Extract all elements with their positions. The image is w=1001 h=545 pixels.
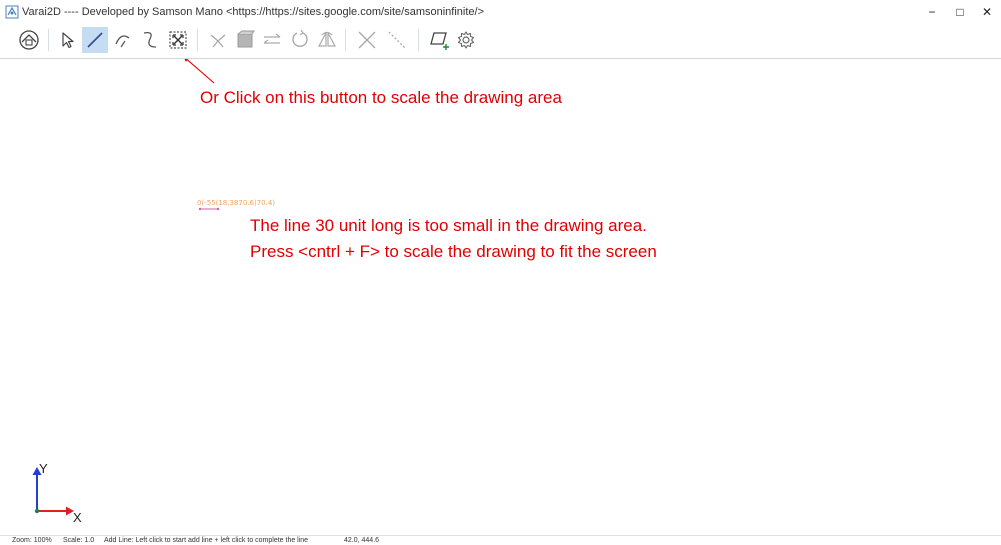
app-logo-icon: [5, 5, 19, 19]
dashed-line-tool-button[interactable]: [384, 27, 410, 53]
add-shape-button[interactable]: [426, 27, 452, 53]
add-line-tool-button[interactable]: [82, 27, 108, 53]
window-title: Varai2D ---- Developed by Samson Mano <h…: [22, 6, 485, 18]
add-arc-tool-button[interactable]: [110, 27, 136, 53]
shortcut-annotation: Press <cntrl + F> to scale the drawing t…: [250, 242, 657, 261]
toolbar-separator: [418, 29, 419, 51]
arc-icon: [115, 35, 130, 48]
short-line: [198, 207, 220, 211]
title-bar: Varai2D ---- Developed by Samson Mano <h…: [0, 0, 1001, 24]
home-button[interactable]: [16, 27, 42, 53]
mirror-tool-button[interactable]: [259, 27, 285, 53]
fill-tool-button[interactable]: [232, 27, 258, 53]
gear-icon: [457, 31, 475, 49]
zoom-fit-icon: [169, 31, 187, 49]
annotation-arrow: [184, 59, 215, 84]
settings-button[interactable]: [453, 27, 479, 53]
maximize-button[interactable]: □: [945, 0, 975, 24]
too-small-annotation: The line 30 unit long is too small in th…: [250, 216, 647, 235]
cursor-arrow-icon: [62, 32, 74, 49]
line-coordinate-label: 0(-55(18,3870.6)70.4): [197, 199, 276, 207]
toolbar: [0, 24, 1001, 59]
select-tool-button[interactable]: [55, 27, 81, 53]
flip-icon: [317, 31, 337, 47]
rotate-tool-button[interactable]: [287, 27, 313, 53]
toolbar-separator: [197, 29, 198, 51]
scale-to-fit-button[interactable]: [165, 27, 191, 53]
curve-icon: [143, 31, 157, 48]
y-axis-label: Y: [39, 461, 48, 476]
close-button[interactable]: ✕: [972, 0, 1001, 24]
trim-tool-button[interactable]: [205, 27, 231, 53]
dashed-line-icon: [388, 31, 406, 49]
rotate-icon: [292, 29, 308, 48]
delete-tool-button[interactable]: [354, 27, 380, 53]
scale-button-annotation: Or Click on this button to scale the dra…: [200, 88, 562, 107]
trim-icon: [210, 34, 226, 48]
drawing-canvas[interactable]: Or Click on this button to scale the dra…: [0, 59, 1001, 535]
add-parallelogram-icon: [430, 32, 449, 50]
add-curve-tool-button[interactable]: [137, 27, 163, 53]
toolbar-separator: [345, 29, 346, 51]
flip-tool-button[interactable]: [314, 27, 340, 53]
minimize-button[interactable]: −: [917, 0, 947, 24]
toolbar-separator: [48, 29, 49, 51]
home-view-icon: [19, 30, 39, 50]
fill-box-icon: [237, 30, 255, 48]
x-axis-label: X: [73, 510, 82, 525]
mirror-arrows-icon: [263, 33, 281, 44]
delete-cross-icon: [358, 31, 376, 49]
line-icon: [87, 32, 103, 48]
